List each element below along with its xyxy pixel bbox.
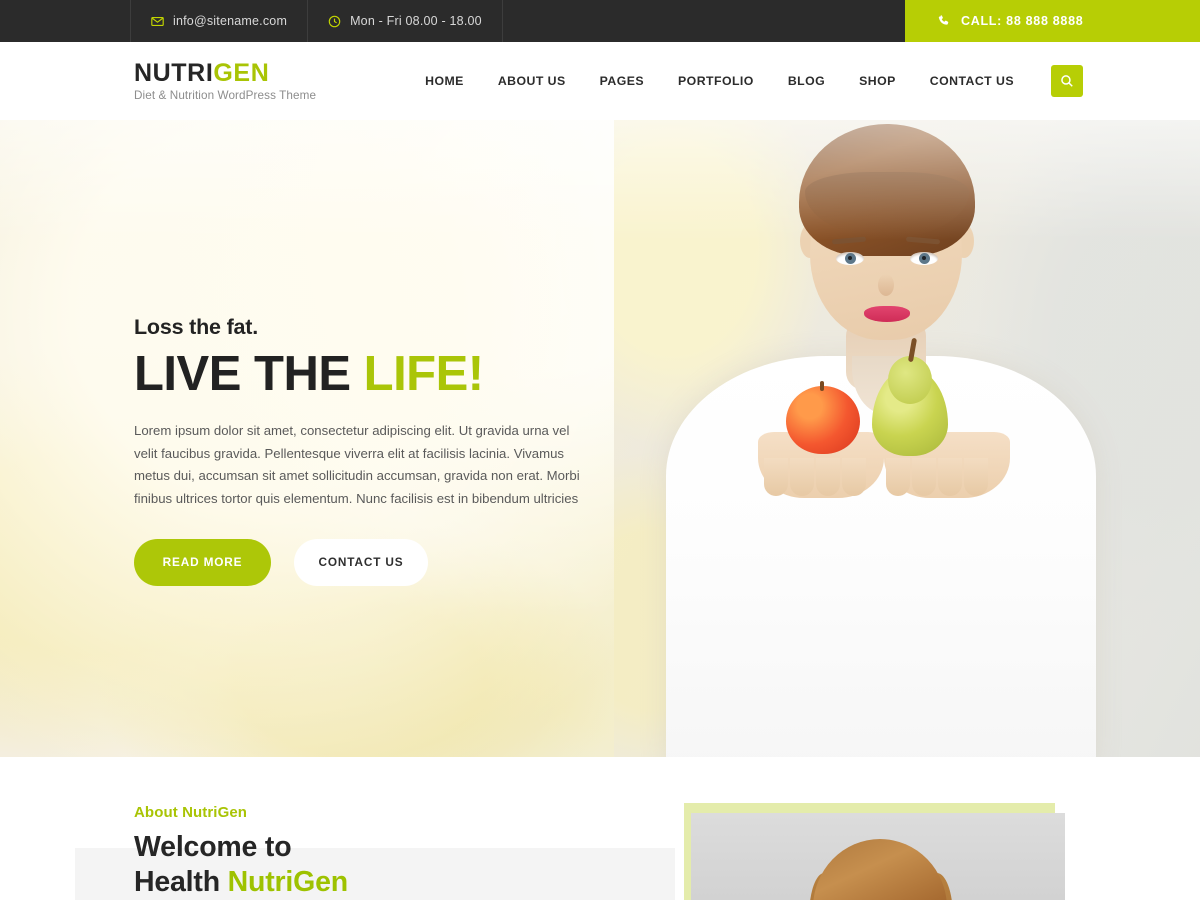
contact-us-button[interactable]: CONTACT US — [294, 538, 428, 586]
hero-top-fade — [0, 120, 1200, 240]
top-bar-email-text: info@sitename.com — [173, 14, 288, 28]
nav-item-shop[interactable]: SHOP — [842, 74, 913, 88]
hero-kicker: Loss the fat. — [134, 315, 259, 339]
nav-item-contact-us[interactable]: CONTACT US — [913, 74, 1031, 88]
top-bar-info-group: info@sitename.com Mon - Fri 08.00 - 18.0… — [130, 0, 503, 42]
top-bar: info@sitename.com Mon - Fri 08.00 - 18.0… — [0, 0, 1200, 42]
about-section: About NutriGen Welcome to Health NutriGe… — [0, 757, 1200, 900]
logo[interactable]: NUTRIGEN Diet & Nutrition WordPress Them… — [134, 60, 316, 103]
hero-photo-right-pupil — [919, 253, 930, 264]
about-title-line2-accent: NutriGen — [227, 866, 349, 899]
nav-item-about-us[interactable]: ABOUT US — [481, 74, 583, 88]
about-title-line2-primary: Health — [134, 866, 228, 899]
about-image — [691, 813, 1065, 900]
hero-photo-lips — [864, 306, 910, 322]
about-eyebrow: About NutriGen — [134, 804, 248, 821]
envelope-icon — [151, 15, 164, 28]
hero-section: Loss the fat. LIVE THE LIFE! Lorem ipsum… — [0, 120, 1200, 757]
search-icon — [1060, 74, 1074, 88]
nav-item-blog[interactable]: BLOG — [771, 74, 842, 88]
hero-photo-right-fingers — [886, 458, 988, 496]
nav-item-portfolio[interactable]: PORTFOLIO — [661, 74, 771, 88]
logo-tagline: Diet & Nutrition WordPress Theme — [134, 89, 317, 103]
clock-icon — [328, 15, 341, 28]
top-bar-email[interactable]: info@sitename.com — [130, 0, 309, 42]
nav-item-pages[interactable]: PAGES — [583, 74, 661, 88]
read-more-button[interactable]: READ MORE — [134, 538, 271, 586]
hero-photo-left-pupil — [845, 253, 856, 264]
hero-copy: Loss the fat. LIVE THE LIFE! Lorem ipsum… — [134, 315, 604, 586]
logo-accent: GEN — [213, 58, 270, 87]
about-title: Welcome to Health NutriGen — [134, 830, 348, 900]
top-bar-hours-text: Mon - Fri 08.00 - 18.00 — [350, 14, 482, 28]
phone-icon — [937, 14, 951, 28]
logo-text: NUTRIGEN — [134, 60, 316, 87]
hero-photo-nose — [878, 274, 894, 296]
about-image-hair-top — [813, 839, 947, 900]
nav-item-home[interactable]: HOME — [408, 74, 481, 88]
hero-photo-pear-top — [888, 356, 932, 404]
logo-primary: NUTRI — [134, 58, 214, 87]
hero-title-primary: LIVE THE — [134, 347, 364, 401]
hero-paragraph: Lorem ipsum dolor sit amet, consectetur … — [134, 422, 580, 507]
top-bar-hours: Mon - Fri 08.00 - 18.00 — [307, 0, 503, 42]
top-bar-spacer — [502, 0, 905, 42]
hero-title: LIVE THE LIFE! — [134, 348, 604, 401]
hero-title-accent: LIFE! — [363, 347, 484, 401]
top-bar-call-text: CALL: 88 888 8888 — [961, 14, 1084, 28]
main-navigation: HOME ABOUT US PAGES PORTFOLIO BLOG SHOP … — [408, 65, 1200, 97]
site-header: NUTRIGEN Diet & Nutrition WordPress Them… — [0, 42, 1200, 120]
hero-button-group: READ MORE CONTACT US — [134, 538, 604, 586]
hero-photo-left-fingers — [764, 458, 866, 496]
hero-photo-apple — [786, 381, 860, 454]
about-title-line1: Welcome to — [134, 831, 292, 863]
top-bar-call[interactable]: CALL: 88 888 8888 — [905, 0, 1200, 42]
search-button[interactable] — [1051, 65, 1083, 97]
about-copy: About NutriGen Welcome to Health NutriGe… — [134, 804, 348, 900]
